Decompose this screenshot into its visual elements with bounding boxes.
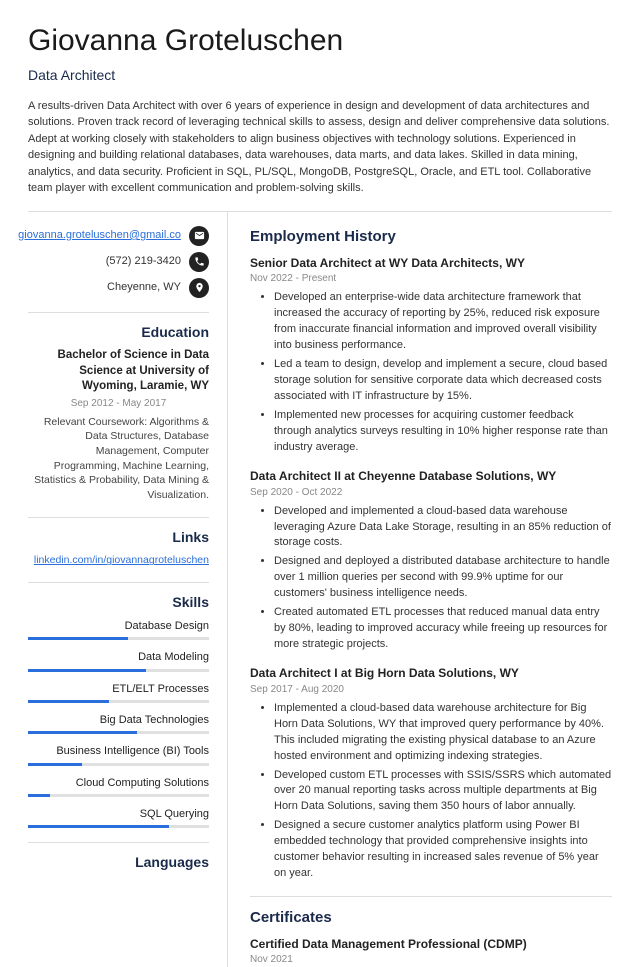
skill-name: Big Data Technologies: [28, 713, 209, 728]
job-bullet: Designed and deployed a distributed data…: [274, 554, 612, 602]
education-desc: Relevant Coursework: Algorithms & Data S…: [28, 415, 209, 503]
certificate-date: Nov 2021: [250, 953, 612, 967]
skill-bar: [28, 763, 209, 766]
skill-bar: [28, 825, 209, 828]
job-bullet: Implemented a cloud-based data warehouse…: [274, 701, 612, 765]
skill-item: Data Modeling: [28, 650, 209, 671]
location-icon: [189, 278, 209, 298]
job-bullets: Implemented a cloud-based data warehouse…: [250, 701, 612, 882]
email-icon: [189, 226, 209, 246]
skill-name: SQL Querying: [28, 807, 209, 822]
skill-item: SQL Querying: [28, 807, 209, 828]
skill-bar: [28, 731, 209, 734]
job-entry: Senior Data Architect at WY Data Archite…: [250, 255, 612, 456]
languages-heading: Languages: [28, 853, 209, 873]
skill-name: ETL/ELT Processes: [28, 682, 209, 697]
job-bullet: Developed and implemented a cloud-based …: [274, 504, 612, 552]
job-bullets: Developed an enterprise-wide data archit…: [250, 290, 612, 455]
job-bullet: Created automated ETL processes that red…: [274, 605, 612, 653]
education-dates: Sep 2012 - May 2017: [28, 397, 209, 411]
education-degree: Bachelor of Science in Data Science at U…: [28, 348, 209, 395]
skill-name: Business Intelligence (BI) Tools: [28, 744, 209, 759]
email-link[interactable]: giovanna.groteluschen@gmail.co: [18, 228, 181, 243]
job-bullet: Developed custom ETL processes with SSIS…: [274, 768, 612, 816]
job-bullets: Developed and implemented a cloud-based …: [250, 504, 612, 653]
certificate-title: Certified Data Management Professional (…: [250, 936, 612, 953]
contact-location-row: Cheyenne, WY: [28, 278, 209, 298]
skill-item: Database Design: [28, 619, 209, 640]
skills-heading: Skills: [28, 593, 209, 613]
skill-item: ETL/ELT Processes: [28, 682, 209, 703]
skill-item: Business Intelligence (BI) Tools: [28, 744, 209, 765]
skill-item: Cloud Computing Solutions: [28, 776, 209, 797]
certificates-heading: Certificates: [250, 907, 612, 928]
education-heading: Education: [28, 323, 209, 343]
skill-name: Data Modeling: [28, 650, 209, 665]
job-title: Data Architect I at Big Horn Data Soluti…: [250, 665, 612, 682]
skill-bar: [28, 637, 209, 640]
job-title-heading: Data Architect: [28, 66, 612, 86]
job-title: Data Architect II at Cheyenne Database S…: [250, 468, 612, 485]
job-bullet: Implemented new processes for acquiring …: [274, 408, 612, 456]
skill-item: Big Data Technologies: [28, 713, 209, 734]
employment-heading: Employment History: [250, 226, 612, 247]
skill-name: Database Design: [28, 619, 209, 634]
job-bullet: Led a team to design, develop and implem…: [274, 357, 612, 405]
phone-icon: [189, 252, 209, 272]
skill-bar: [28, 700, 209, 703]
skill-bar: [28, 794, 209, 797]
job-bullet: Developed an enterprise-wide data archit…: [274, 290, 612, 354]
job-entry: Data Architect II at Cheyenne Database S…: [250, 468, 612, 653]
contact-email-row: giovanna.groteluschen@gmail.co: [28, 226, 209, 246]
location-text: Cheyenne, WY: [107, 280, 181, 295]
right-column: Employment History Senior Data Architect…: [228, 212, 612, 967]
job-bullet: Designed a secure customer analytics pla…: [274, 818, 612, 882]
skill-name: Cloud Computing Solutions: [28, 776, 209, 791]
phone-text: (572) 219-3420: [106, 254, 181, 269]
job-dates: Sep 2020 - Oct 2022: [250, 486, 612, 500]
candidate-name: Giovanna Groteluschen: [28, 20, 612, 62]
job-dates: Sep 2017 - Aug 2020: [250, 683, 612, 697]
summary-text: A results-driven Data Architect with ove…: [28, 98, 612, 197]
linkedin-link[interactable]: linkedin.com/in/giovannagroteluschen: [28, 553, 209, 568]
job-dates: Nov 2022 - Present: [250, 272, 612, 286]
links-heading: Links: [28, 528, 209, 548]
job-title: Senior Data Architect at WY Data Archite…: [250, 255, 612, 272]
job-entry: Data Architect I at Big Horn Data Soluti…: [250, 665, 612, 882]
left-column: giovanna.groteluschen@gmail.co (572) 219…: [28, 212, 228, 967]
skill-bar: [28, 669, 209, 672]
contact-phone-row: (572) 219-3420: [28, 252, 209, 272]
